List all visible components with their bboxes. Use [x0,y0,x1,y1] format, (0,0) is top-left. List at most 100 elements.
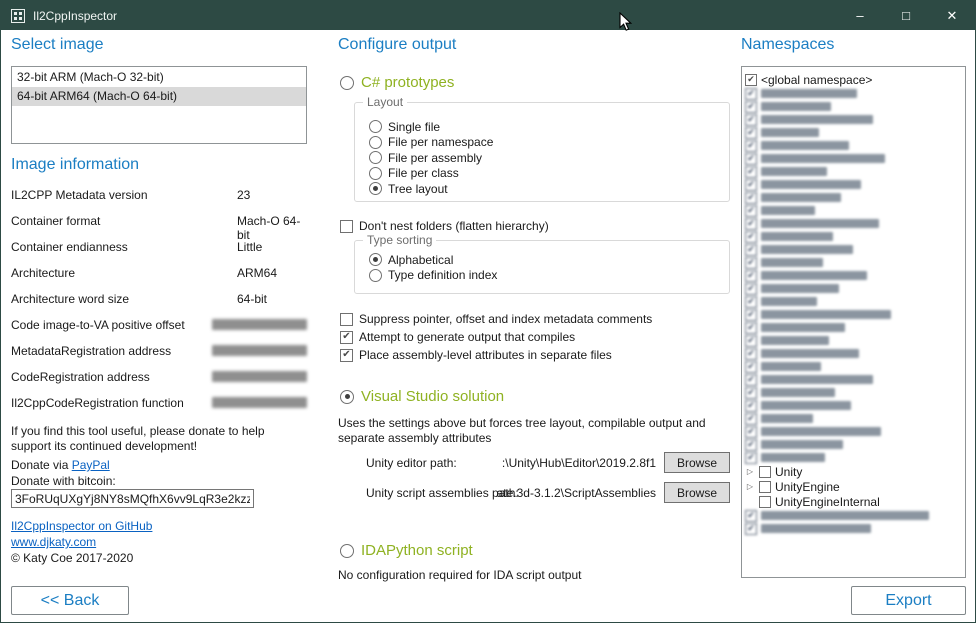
namespace-item[interactable] [745,139,962,152]
output-checkbox[interactable]: Attempt to generate output that compiles [340,328,652,346]
namespace-list[interactable]: <global namespace> ▷Unity▷UnityEngineUnit… [741,66,966,578]
namespace-item[interactable]: ▷Unity [745,464,962,479]
namespace-item[interactable] [745,425,962,438]
namespace-item[interactable] [745,230,962,243]
checkbox-icon[interactable] [745,309,757,321]
checkbox-icon[interactable] [745,140,757,152]
namespace-item[interactable] [745,412,962,425]
unity-editor-browse-button[interactable]: Browse [664,452,730,473]
checkbox-icon[interactable] [745,426,757,438]
checkbox-icon[interactable] [745,270,757,282]
layout-option[interactable]: File per class [369,166,493,182]
namespace-item[interactable] [745,204,962,217]
checkbox-icon[interactable] [745,127,757,139]
expander-icon[interactable]: ▷ [745,482,755,491]
checkbox-icon[interactable] [759,466,771,478]
namespace-item[interactable] [745,509,962,522]
image-listbox[interactable]: 32-bit ARM (Mach-O 32-bit)64-bit ARM64 (… [11,66,307,144]
layout-option[interactable]: Tree layout [369,181,493,197]
layout-option[interactable]: File per namespace [369,135,493,151]
image-list-item[interactable]: 64-bit ARM64 (Mach-O 64-bit) [12,87,306,106]
namespace-item[interactable] [745,360,962,373]
checkbox-icon[interactable] [745,452,757,464]
checkbox-icon[interactable] [745,218,757,230]
checkbox-icon[interactable] [745,244,757,256]
csharp-prototypes-option[interactable]: C# prototypes [340,74,454,91]
namespace-item[interactable] [745,217,962,230]
namespace-item[interactable] [745,87,962,100]
checkbox-icon[interactable] [745,374,757,386]
type-sorting-option[interactable]: Type definition index [369,268,497,284]
visual-studio-option[interactable]: Visual Studio solution [340,388,504,405]
checkbox-icon[interactable] [745,296,757,308]
close-button[interactable]: ✕ [929,1,975,30]
checkbox-icon[interactable] [745,335,757,347]
namespace-item[interactable] [745,373,962,386]
checkbox-icon[interactable] [745,510,757,522]
checkbox-icon[interactable] [745,88,757,100]
namespace-item[interactable] [745,399,962,412]
namespace-item[interactable] [745,282,962,295]
namespace-item[interactable] [745,100,962,113]
namespace-item[interactable] [745,269,962,282]
checkbox-icon[interactable] [745,153,757,165]
output-checkbox[interactable]: Suppress pointer, offset and index metad… [340,310,652,328]
idapython-option[interactable]: IDAPython script [340,542,473,559]
checkbox-icon[interactable] [745,348,757,360]
checkbox-icon[interactable] [745,101,757,113]
github-link[interactable]: Il2CppInspector on GitHub [11,519,152,533]
checkbox-icon[interactable] [745,114,757,126]
namespace-item[interactable] [745,165,962,178]
checkbox-icon[interactable] [745,439,757,451]
namespace-item[interactable] [745,256,962,269]
checkbox-icon[interactable] [745,192,757,204]
namespace-item[interactable] [745,321,962,334]
checkbox-icon[interactable] [745,74,757,86]
namespace-item[interactable] [745,451,962,464]
checkbox-icon[interactable] [745,400,757,412]
namespace-item[interactable] [745,295,962,308]
checkbox-icon[interactable] [759,496,771,508]
namespace-item[interactable]: UnityEngineInternal [745,494,962,509]
namespace-item[interactable] [745,113,962,126]
namespace-item[interactable] [745,386,962,399]
checkbox-icon[interactable] [745,283,757,295]
checkbox-icon[interactable] [745,257,757,269]
checkbox-icon[interactable] [745,387,757,399]
namespace-item[interactable]: <global namespace> [745,72,962,87]
checkbox-icon[interactable] [745,179,757,191]
export-button[interactable]: Export [851,586,966,615]
namespace-item[interactable] [745,126,962,139]
namespace-item[interactable] [745,191,962,204]
namespace-item[interactable] [745,178,962,191]
checkbox-icon[interactable] [745,231,757,243]
checkbox-icon[interactable] [745,205,757,217]
namespace-item[interactable] [745,347,962,360]
namespace-item[interactable] [745,522,962,535]
unity-script-browse-button[interactable]: Browse [664,482,730,503]
expander-icon[interactable]: ▷ [745,467,755,476]
minimize-button[interactable]: – [837,1,883,30]
checkbox-icon[interactable] [759,481,771,493]
type-sorting-option[interactable]: Alphabetical [369,252,497,268]
image-list-item[interactable]: 32-bit ARM (Mach-O 32-bit) [12,68,306,87]
paypal-link[interactable]: PayPal [72,458,110,472]
website-link[interactable]: www.djkaty.com [11,535,96,549]
checkbox-icon[interactable] [745,361,757,373]
namespace-item[interactable] [745,152,962,165]
bitcoin-address-input[interactable] [11,489,254,508]
namespace-item[interactable]: ▷UnityEngine [745,479,962,494]
back-button[interactable]: << Back [11,586,129,615]
namespace-item[interactable] [745,308,962,321]
layout-option[interactable]: File per assembly [369,150,493,166]
checkbox-icon[interactable] [745,413,757,425]
namespace-item[interactable] [745,334,962,347]
namespace-item[interactable] [745,243,962,256]
output-checkbox[interactable]: Place assembly-level attributes in separ… [340,346,652,364]
checkbox-icon[interactable] [745,166,757,178]
checkbox-icon[interactable] [745,322,757,334]
layout-option[interactable]: Single file [369,119,493,135]
namespace-item[interactable] [745,438,962,451]
maximize-button[interactable]: □ [883,1,929,30]
checkbox-icon[interactable] [745,523,757,535]
